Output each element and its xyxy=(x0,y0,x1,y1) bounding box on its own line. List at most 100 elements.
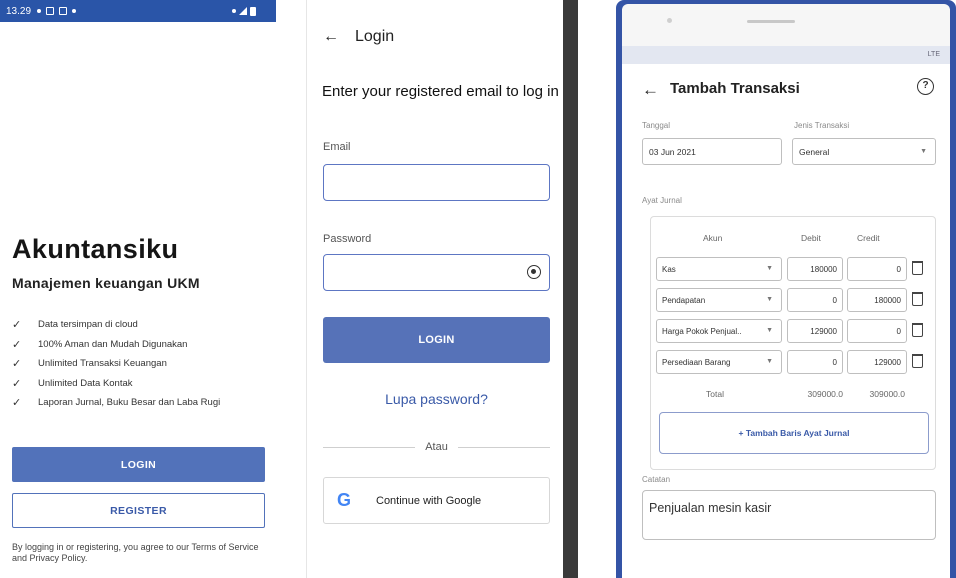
feature-item: ✓ Data tersimpan di cloud xyxy=(12,315,220,335)
wifi-icon xyxy=(232,9,236,13)
journal-entries: Akun Debit Credit Kas ▼ 180000 0 Pendapat… xyxy=(650,216,936,470)
feature-label: Unlimited Data Kontak xyxy=(38,377,133,389)
screen-edge xyxy=(563,0,578,578)
speaker-icon xyxy=(747,20,795,23)
login-header: ← Login xyxy=(323,28,394,46)
chevron-down-icon: ▼ xyxy=(920,148,927,155)
journal-row: Harga Pokok Penjual.. ▼ 129000 0 xyxy=(651,319,937,343)
login-header-title: Login xyxy=(355,28,395,45)
type-label: Jenis Transaksi xyxy=(794,121,850,130)
signal-icon xyxy=(239,7,247,15)
credit-field[interactable]: 0 xyxy=(847,257,907,281)
login-heading: Enter your registered email to log in xyxy=(322,83,559,100)
type-value: General xyxy=(799,146,830,157)
check-icon: ✓ xyxy=(12,319,22,332)
account-select[interactable]: Persediaan Barang ▼ xyxy=(656,350,782,374)
transaction-form: ← Tambah Transaksi ? Tanggal 03 Jun 2021… xyxy=(622,64,950,578)
status-bar: 13.29 xyxy=(0,0,276,22)
app-title: Akuntansiku xyxy=(12,234,179,264)
type-select[interactable]: General ▼ xyxy=(792,138,936,165)
notes-field[interactable]: Penjualan mesin kasir xyxy=(642,490,936,540)
welcome-screen: 13.29 Akuntansiku Manajemen keuangan UKM… xyxy=(0,0,276,578)
feature-label: Unlimited Transaksi Keuangan xyxy=(38,358,167,370)
login-submit-button[interactable]: LOGIN xyxy=(323,317,550,363)
password-label: Password xyxy=(323,233,372,245)
password-field[interactable] xyxy=(323,254,550,291)
check-icon: ✓ xyxy=(12,338,22,351)
mail-icon xyxy=(59,7,68,15)
register-button[interactable]: REGISTER xyxy=(12,493,265,528)
login-button[interactable]: LOGIN xyxy=(12,447,265,482)
check-icon: ✓ xyxy=(12,377,22,390)
account-select[interactable]: Pendapatan ▼ xyxy=(656,288,782,312)
app-notification-icon xyxy=(46,7,55,15)
account-select[interactable]: Kas ▼ xyxy=(656,257,782,281)
feature-label: Data tersimpan di cloud xyxy=(38,319,138,331)
trash-icon[interactable] xyxy=(912,292,923,306)
date-value: 03 Jun 2021 xyxy=(649,146,696,157)
camera-icon xyxy=(667,18,672,23)
help-icon[interactable]: ? xyxy=(917,78,934,95)
divider-text: Atau xyxy=(425,441,448,453)
date-label: Tanggal xyxy=(642,121,671,130)
battery-icon xyxy=(250,6,256,16)
column-header-credit: Credit xyxy=(857,233,880,243)
feature-label: Laporan Jurnal, Buku Besar dan Laba Rugi xyxy=(38,397,221,409)
feature-item: ✓ Unlimited Data Kontak xyxy=(12,374,220,394)
trash-icon[interactable] xyxy=(912,261,923,275)
feature-item: ✓ Unlimited Transaksi Keuangan xyxy=(12,354,220,374)
feature-list: ✓ Data tersimpan di cloud ✓ 100% Aman dan … xyxy=(12,315,220,413)
google-login-button[interactable]: G Continue with Google xyxy=(323,477,550,524)
check-icon: ✓ xyxy=(12,397,22,410)
account-select[interactable]: Harga Pokok Penjual.. ▼ xyxy=(656,319,782,343)
date-field[interactable]: 03 Jun 2021 xyxy=(642,138,782,165)
credit-field[interactable]: 0 xyxy=(847,319,907,343)
journal-row: Persediaan Barang ▼ 0 129000 xyxy=(651,350,937,374)
column-header-account: Akun xyxy=(703,233,723,243)
debit-field[interactable]: 0 xyxy=(787,350,843,374)
credit-field[interactable]: 180000 xyxy=(847,288,907,312)
feature-label: 100% Aman dan Mudah Digunakan xyxy=(38,338,188,350)
total-credit: 309000.0 xyxy=(869,389,905,399)
chevron-down-icon: ▼ xyxy=(766,265,773,272)
feature-item: ✓ 100% Aman dan Mudah Digunakan xyxy=(12,335,220,355)
add-journal-row-button[interactable]: + Tambah Baris Ayat Jurnal xyxy=(659,412,929,454)
trash-icon[interactable] xyxy=(912,354,923,368)
app-subtitle: Manajemen keuangan UKM xyxy=(12,275,200,291)
chevron-down-icon: ▼ xyxy=(766,358,773,365)
email-field[interactable] xyxy=(323,164,550,201)
chevron-down-icon: ▼ xyxy=(766,296,773,303)
trash-icon[interactable] xyxy=(912,323,923,337)
column-header-debit: Debit xyxy=(801,233,821,243)
page-title: Tambah Transaksi xyxy=(670,80,800,97)
feature-item: ✓ Laporan Jurnal, Buku Besar dan Laba Rug… xyxy=(12,393,220,413)
total-label: Total xyxy=(706,389,724,399)
terms-text: By logging in or registering, you agree … xyxy=(12,542,259,563)
phone-top: LTE xyxy=(622,4,950,64)
check-icon: ✓ xyxy=(12,358,22,371)
status-time: 13.29 xyxy=(6,5,32,17)
journal-row: Pendapatan ▼ 0 180000 xyxy=(651,288,937,312)
credit-field[interactable]: 129000 xyxy=(847,350,907,374)
debit-field[interactable]: 180000 xyxy=(787,257,843,281)
back-arrow-icon[interactable]: ← xyxy=(323,28,339,46)
journal-row: Kas ▼ 180000 0 xyxy=(651,257,937,281)
or-divider: Atau xyxy=(323,441,551,453)
show-password-icon[interactable] xyxy=(527,265,541,279)
email-label: Email xyxy=(323,141,351,153)
notification-icon xyxy=(37,9,42,13)
back-arrow-icon[interactable]: ← xyxy=(642,80,659,100)
debit-field[interactable]: 129000 xyxy=(787,319,843,343)
journal-label: Ayat Jurnal xyxy=(642,196,682,205)
google-login-label: Continue with Google xyxy=(376,494,482,507)
total-debit: 309000.0 xyxy=(807,389,843,399)
notes-label: Catatan xyxy=(642,475,671,484)
forgot-password-link[interactable]: Lupa password? xyxy=(323,391,550,407)
more-notifications-icon xyxy=(72,9,77,13)
debit-field[interactable]: 0 xyxy=(787,288,843,312)
login-screen: ← Login Enter your registered email to l… xyxy=(306,0,563,578)
add-transaction-screen: LTE ← Tambah Transaksi ? Tanggal 03 Jun … xyxy=(616,0,956,578)
chevron-down-icon: ▼ xyxy=(766,327,773,334)
google-icon: G xyxy=(336,490,351,510)
status-bar: LTE xyxy=(622,46,950,64)
